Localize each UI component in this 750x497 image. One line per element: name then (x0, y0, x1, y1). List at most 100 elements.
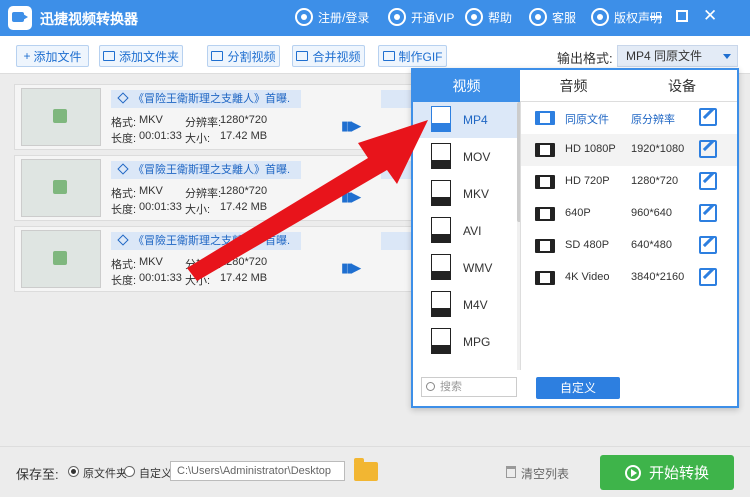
format-item[interactable]: MPG (413, 324, 520, 360)
merge-icon (296, 51, 309, 61)
file-format-icon (431, 328, 451, 354)
radio-custom-folder[interactable] (124, 466, 135, 477)
source-folder-label: 原文件夹 (83, 468, 127, 480)
service-link[interactable]: 客服 (529, 8, 576, 26)
file-row[interactable]: 《冒險王衛斯理之支離人》首曝. 格式: MKV 分辨率: 1280*720 长度… (14, 155, 415, 221)
minimize-button[interactable] (650, 10, 662, 18)
close-button[interactable]: ✕ (703, 7, 717, 24)
login-link[interactable]: 注册/登录 (295, 8, 369, 26)
output-format-label: 输出格式: (557, 51, 613, 66)
help-icon (465, 8, 483, 26)
output-path-field[interactable]: C:\Users\Administrator\Desktop (170, 461, 345, 481)
resolution-name: 4K Video (565, 271, 610, 283)
film-icon (535, 111, 555, 125)
resolution-name: 640P (565, 207, 591, 219)
convert-arrow-icon: ▮▮▶ (341, 118, 361, 133)
file-format-icon (431, 291, 451, 317)
resolution-label: 分辨率: (185, 117, 222, 129)
resolution-item[interactable]: 同原文件 原分辨率 (521, 102, 737, 134)
edit-icon (117, 92, 129, 104)
film-icon (535, 239, 555, 253)
format-item[interactable]: MP4 (413, 102, 520, 138)
video-thumbnail (21, 159, 101, 217)
file-title[interactable]: 《冒險王衛斯理之支離人》首曝. (111, 232, 301, 250)
add-file-button[interactable]: + 添加文件 (16, 45, 89, 67)
app-title: 迅捷视频转换器 (40, 11, 138, 27)
file-row[interactable]: 《冒險王衛斯理之支離人》首曝. 格式: MKV 分辨率: 1280*720 长度… (14, 226, 415, 292)
radio-source-folder[interactable] (68, 466, 79, 477)
resolution-item[interactable]: HD 1080P 1920*1080 (521, 134, 737, 166)
resolution-item[interactable]: 4K Video 3840*2160 (521, 262, 737, 294)
clear-list-button[interactable]: 清空列表 (521, 465, 569, 482)
file-title[interactable]: 《冒险王衛斯理之支離人》首曝. (111, 90, 301, 108)
film-icon (535, 271, 555, 285)
vip-link[interactable]: 开通VIP (388, 8, 454, 26)
size-label: 大小: (185, 204, 211, 216)
target-title (381, 161, 415, 179)
resolution-item[interactable]: SD 480P 640*480 (521, 230, 737, 262)
film-icon (535, 207, 555, 221)
size-label: 大小: (185, 275, 211, 287)
file-title-text: 《冒险王衛斯理之支離人》首曝. (133, 93, 291, 105)
size-value: 17.42 MB (220, 201, 268, 213)
play-icon (624, 464, 641, 481)
login-label: 注册/登录 (318, 10, 370, 25)
output-format-select[interactable]: MP4 同原文件 (617, 45, 738, 67)
format-name: MP4 (463, 113, 488, 127)
duration-value: 00:01:33 (139, 201, 182, 213)
resolution-label: 分辨率: (185, 259, 222, 271)
custom-button[interactable]: 自定义 (536, 377, 620, 399)
trash-icon[interactable] (506, 466, 516, 478)
resolution-item[interactable]: HD 720P 1280*720 (521, 166, 737, 198)
save-to-label: 保存至: (16, 467, 59, 482)
split-video-label: 分割视频 (227, 49, 276, 64)
format-item[interactable]: WMV (413, 250, 520, 286)
start-convert-label: 开始转换 (648, 465, 709, 482)
format-item[interactable]: MOV (413, 139, 520, 175)
duration-value: 00:01:33 (139, 272, 182, 284)
resolution-size: 原分辨率 (631, 114, 675, 126)
maximize-button[interactable] (676, 10, 688, 22)
edit-icon[interactable] (699, 140, 717, 158)
edit-icon[interactable] (699, 172, 717, 190)
headset-icon (529, 8, 547, 26)
file-row[interactable]: 《冒险王衛斯理之支離人》首曝. 格式: MKV 分辨率: 1280*720 长度… (14, 84, 415, 150)
help-link[interactable]: 帮助 (465, 8, 512, 26)
popup-tabs: 视频 音频 设备 (413, 70, 737, 102)
format-value: MKV (139, 256, 163, 268)
service-label: 客服 (552, 10, 577, 25)
tab-video[interactable]: 视频 (413, 70, 520, 102)
edit-icon (117, 234, 129, 246)
resolution-item[interactable]: 640P 960*640 (521, 198, 737, 230)
file-format-icon (431, 254, 451, 280)
format-name: WMV (463, 261, 493, 275)
make-gif-button[interactable]: 制作GIF (378, 45, 447, 67)
tab-device[interactable]: 设备 (627, 70, 737, 102)
file-title[interactable]: 《冒險王衛斯理之支離人》首曝. (111, 161, 301, 179)
split-video-button[interactable]: 分割视频 (207, 45, 280, 67)
search-icon (426, 382, 435, 391)
folder-icon[interactable] (354, 458, 378, 481)
resolution-label: 分辨率: (185, 188, 222, 200)
merge-video-button[interactable]: 合并视频 (292, 45, 365, 67)
duration-label: 长度: (111, 275, 137, 287)
add-folder-button[interactable]: 添加文件夹 (99, 45, 183, 67)
gif-icon (382, 51, 395, 61)
edit-icon[interactable] (699, 108, 717, 126)
edit-icon[interactable] (699, 268, 717, 286)
format-item[interactable]: AVI (413, 213, 520, 249)
start-convert-button[interactable]: 开始转换 (600, 455, 734, 490)
edit-icon[interactable] (699, 204, 717, 222)
format-value: MKV (139, 185, 163, 197)
tab-audio[interactable]: 音频 (520, 70, 627, 102)
resolution-name: HD 720P (565, 175, 610, 187)
duration-label: 长度: (111, 133, 137, 145)
format-item[interactable]: MKV (413, 176, 520, 212)
resolution-size: 1920*1080 (631, 143, 685, 155)
format-search-input[interactable]: 搜索 (421, 377, 517, 397)
search-placeholder: 搜索 (440, 381, 462, 393)
file-title-text: 《冒險王衛斯理之支離人》首曝. (133, 164, 291, 176)
video-thumbnail (21, 88, 101, 146)
edit-icon[interactable] (699, 236, 717, 254)
format-item[interactable]: M4V (413, 287, 520, 323)
